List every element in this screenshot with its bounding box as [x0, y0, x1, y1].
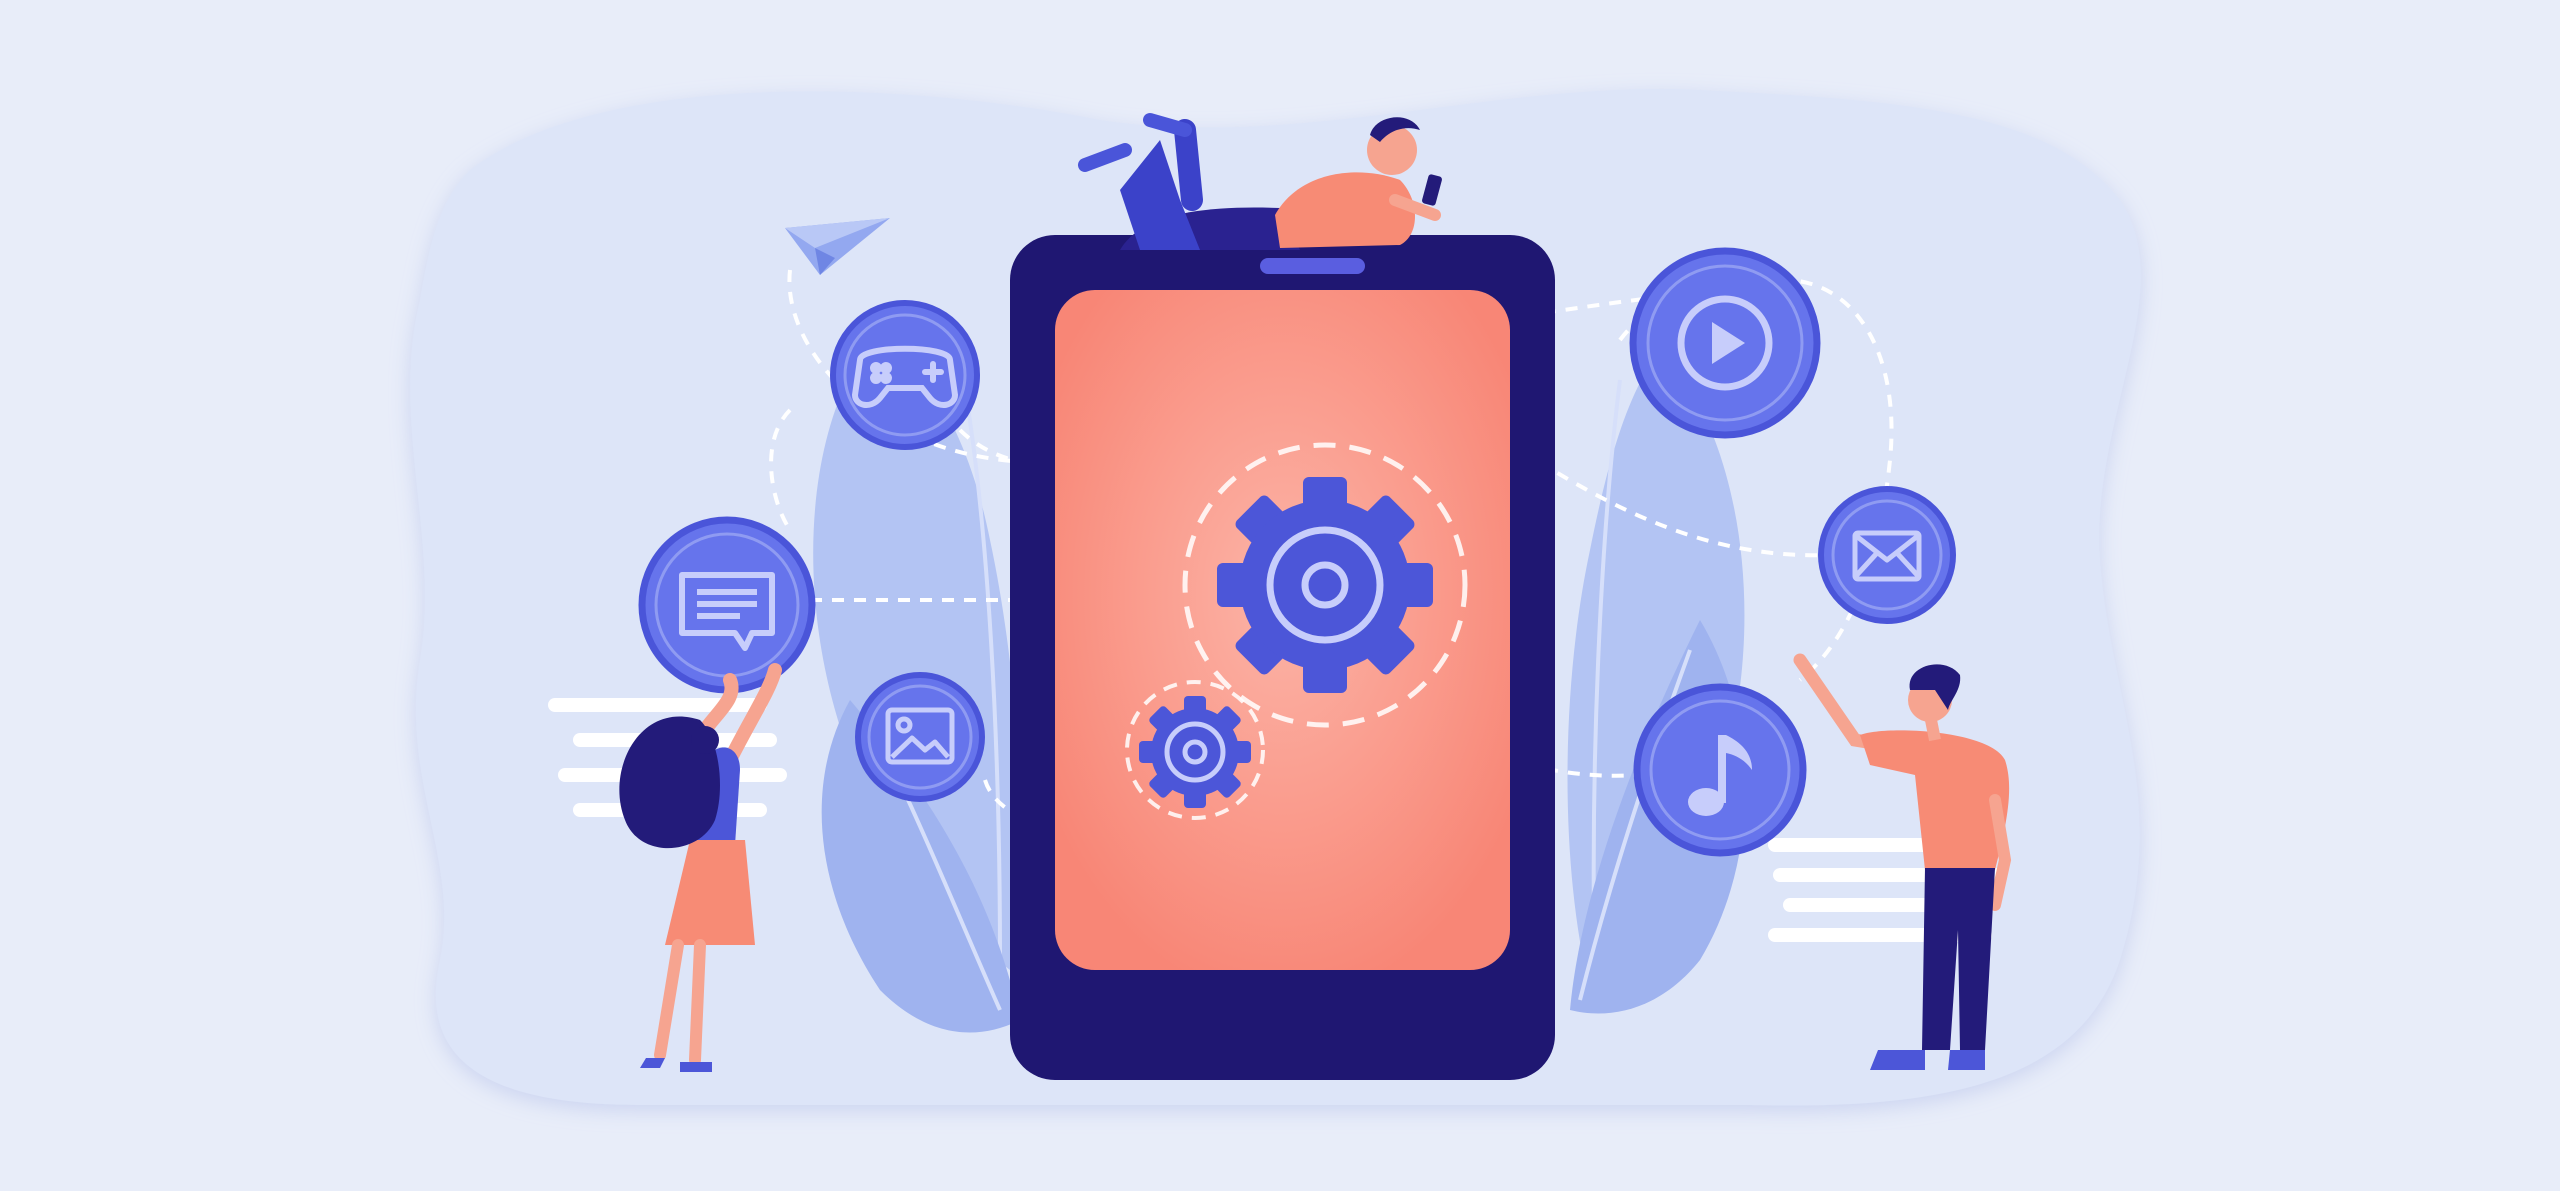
app-icon-gamepad [830, 300, 980, 450]
app-settings-illustration [410, 89, 2141, 1106]
app-icon-music [1633, 683, 1807, 857]
app-icon-mail [1818, 486, 1956, 624]
tablet-speaker [1260, 258, 1365, 274]
app-icon-chat [638, 516, 816, 694]
gear-icon [1182, 442, 1468, 728]
app-icon-play [1629, 247, 1821, 439]
app-icon-image [855, 672, 985, 802]
